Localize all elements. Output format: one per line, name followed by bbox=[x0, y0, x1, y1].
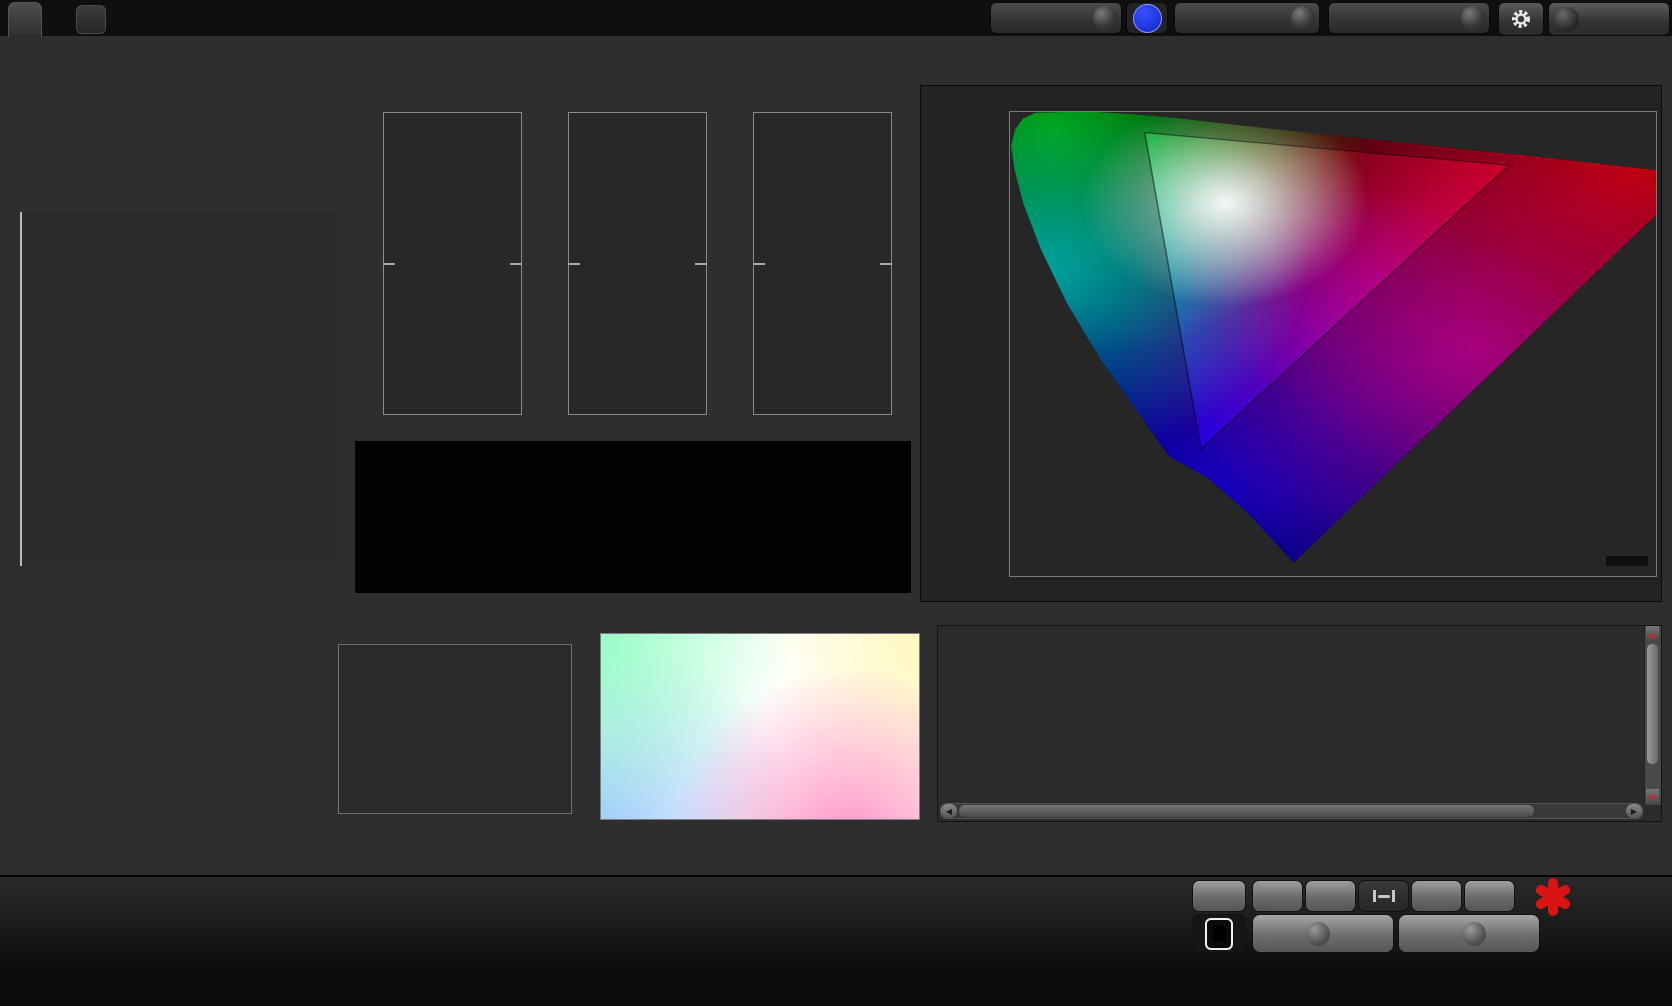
collapse-panel-button[interactable] bbox=[1548, 2, 1670, 36]
yaxis-labels bbox=[538, 112, 566, 415]
plot-area bbox=[383, 112, 522, 415]
settings-button[interactable] bbox=[1498, 2, 1544, 36]
yaxis-labels bbox=[353, 112, 381, 415]
rgb-balance-chart bbox=[310, 618, 574, 836]
plot-area bbox=[753, 112, 892, 415]
tab-history-1[interactable] bbox=[8, 2, 42, 37]
back-chevron-icon bbox=[1306, 922, 1330, 946]
meter-badge bbox=[1126, 2, 1168, 34]
add-tab-button[interactable] bbox=[76, 5, 106, 34]
scroll-up-icon[interactable]: ▲ bbox=[1646, 626, 1659, 642]
session-alert-icon bbox=[1534, 878, 1572, 916]
vertical-scrollbar[interactable]: ▲ ▼ bbox=[1644, 626, 1661, 805]
meter-status-stripe bbox=[994, 5, 999, 31]
delta-c-chart bbox=[538, 93, 707, 441]
gamut-coverage-readout bbox=[1606, 556, 1648, 566]
back-button[interactable] bbox=[1252, 914, 1394, 953]
cie-1931-chart bbox=[600, 610, 920, 820]
continuous-read-button[interactable] bbox=[1411, 880, 1462, 912]
delta-l-chart bbox=[353, 93, 522, 441]
hscroll-thumb[interactable] bbox=[959, 805, 1534, 817]
xaxis-labels bbox=[1009, 582, 1657, 600]
actual-target-swatch-strip bbox=[355, 441, 911, 593]
display-icon bbox=[1205, 918, 1233, 950]
yaxis-labels bbox=[723, 112, 751, 415]
source-status-stripe bbox=[1178, 5, 1183, 31]
control-status-stripe bbox=[1332, 5, 1337, 31]
rgb-plot bbox=[338, 644, 572, 814]
display-control-dropdown[interactable] bbox=[1328, 2, 1490, 34]
chevron-down-icon[interactable] bbox=[1461, 6, 1485, 30]
chevron-down-icon[interactable] bbox=[1291, 6, 1315, 30]
delta-h-chart bbox=[723, 93, 892, 441]
actual-row-label bbox=[361, 445, 376, 517]
badge-706 bbox=[1133, 4, 1162, 33]
calman-color-gamut-window: ▲ ▼ ◀ ▶ bbox=[0, 0, 1672, 1006]
deltae-plot bbox=[20, 212, 337, 566]
pattern-source-dropdown[interactable] bbox=[1174, 2, 1320, 34]
chevron-left-icon bbox=[1554, 7, 1579, 32]
pattern-button-bar bbox=[0, 875, 1672, 1006]
chevron-down-icon[interactable] bbox=[1093, 6, 1117, 30]
top-bar bbox=[0, 0, 1672, 36]
interval-icon bbox=[1373, 890, 1395, 902]
stop-button[interactable] bbox=[1252, 880, 1303, 912]
interval-read-button[interactable] bbox=[1358, 880, 1409, 912]
scroll-right-icon[interactable]: ▶ bbox=[1626, 804, 1642, 818]
vscroll-thumb[interactable] bbox=[1647, 644, 1658, 764]
swatch-columns bbox=[376, 445, 905, 589]
cie1931-plot bbox=[600, 633, 920, 820]
target-row-label bbox=[361, 517, 376, 589]
play-button[interactable] bbox=[1305, 880, 1356, 912]
next-chevron-icon bbox=[1462, 922, 1486, 946]
horizontal-scrollbar[interactable]: ◀ ▶ bbox=[940, 803, 1643, 819]
cie1976-markers bbox=[1010, 112, 1656, 576]
refresh-button[interactable] bbox=[1464, 880, 1515, 912]
meter-dropdown[interactable] bbox=[990, 2, 1122, 34]
yaxis-labels bbox=[921, 111, 1005, 577]
scroll-down-icon[interactable]: ▼ bbox=[1646, 789, 1659, 805]
cie-1976-chart bbox=[920, 85, 1662, 602]
plot-area bbox=[568, 112, 707, 415]
deltae-xaxis bbox=[20, 570, 337, 588]
cie1976-plot bbox=[1009, 111, 1657, 577]
gear-icon bbox=[1510, 8, 1532, 30]
scroll-left-icon[interactable]: ◀ bbox=[941, 804, 957, 818]
results-table: ▲ ▼ ◀ ▶ bbox=[937, 625, 1662, 822]
display-window-button[interactable] bbox=[1192, 914, 1246, 953]
deltae-2000-chart bbox=[20, 192, 337, 592]
yaxis-labels bbox=[310, 644, 335, 814]
next-button[interactable] bbox=[1398, 914, 1540, 953]
panel-up-button[interactable] bbox=[1192, 880, 1246, 912]
